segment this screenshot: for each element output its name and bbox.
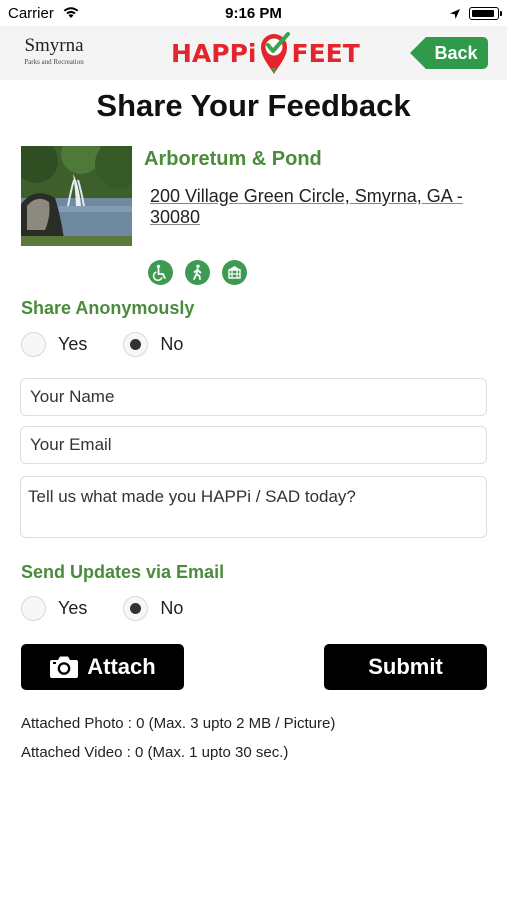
updates-yes-radio[interactable] bbox=[21, 596, 46, 621]
attach-button[interactable]: Attach bbox=[21, 644, 184, 690]
anonymous-yes-label: Yes bbox=[58, 334, 88, 354]
city-subtitle: Parks and Recreation bbox=[24, 58, 84, 66]
attached-video-info: Attached Video : 0 (Max. 1 upto 30 sec.) bbox=[21, 744, 289, 761]
anonymous-yes-option[interactable]: Yes bbox=[21, 332, 87, 357]
anonymous-no-option[interactable]: No bbox=[123, 332, 183, 357]
anonymous-yes-radio[interactable] bbox=[21, 332, 46, 357]
submit-button[interactable]: Submit bbox=[324, 644, 487, 690]
park-address[interactable]: 200 Village Green Circle, Smyrna, GA - 3… bbox=[150, 186, 490, 228]
camera-icon bbox=[50, 656, 79, 678]
app-header: Smyrna Parks and Recreation HAPPi FEET B… bbox=[0, 26, 507, 80]
anonymous-radio-group: Yes No bbox=[21, 332, 219, 357]
carrier-label: Carrier bbox=[8, 5, 54, 22]
updates-yes-option[interactable]: Yes bbox=[21, 596, 87, 621]
back-button-label: Back bbox=[434, 43, 478, 63]
back-button[interactable]: Back bbox=[410, 37, 488, 69]
name-field[interactable]: Your Name bbox=[20, 378, 487, 416]
park-photo bbox=[21, 146, 132, 246]
send-updates-label: Send Updates via Email bbox=[21, 562, 225, 582]
attached-photo-info: Attached Photo : 0 (Max. 3 upto 2 MB / P… bbox=[21, 715, 336, 732]
updates-no-label: No bbox=[160, 598, 184, 618]
anonymous-no-label: No bbox=[160, 334, 184, 354]
updates-no-option[interactable]: No bbox=[123, 596, 183, 621]
feedback-message-field[interactable]: Tell us what made you HAPPi / SAD today? bbox=[20, 476, 487, 538]
happi-feet-logo: HAPPi FEET bbox=[171, 30, 360, 76]
page-title: Share Your Feedback bbox=[96, 88, 411, 123]
smyrna-logo: Smyrna Parks and Recreation bbox=[14, 35, 94, 67]
location-arrow-icon bbox=[449, 7, 461, 25]
updates-no-radio[interactable] bbox=[123, 596, 149, 621]
email-field[interactable]: Your Email bbox=[20, 426, 487, 464]
amenity-icons bbox=[148, 260, 247, 285]
battery-icon bbox=[469, 7, 502, 20]
status-bar: Carrier 9:16 PM bbox=[0, 0, 507, 26]
updates-radio-group: Yes No bbox=[21, 596, 219, 621]
map-pin-check-icon bbox=[260, 32, 290, 74]
wifi-icon bbox=[62, 6, 80, 24]
logo-feet-text: FEET bbox=[291, 38, 360, 68]
walking-trail-icon bbox=[185, 260, 210, 285]
city-name: Smyrna bbox=[24, 35, 84, 56]
pavilion-icon bbox=[222, 260, 247, 285]
park-name: Arboretum & Pond bbox=[144, 148, 322, 170]
submit-button-label: Submit bbox=[368, 654, 443, 679]
address-line-1: 200 Village Green Circle, Smyrna, GA - bbox=[150, 186, 463, 206]
anonymous-no-radio[interactable] bbox=[123, 332, 149, 357]
updates-yes-label: Yes bbox=[58, 598, 88, 618]
wheelchair-accessible-icon bbox=[148, 260, 173, 285]
address-line-2: 30080 bbox=[150, 207, 201, 227]
share-anonymously-label: Share Anonymously bbox=[21, 298, 195, 318]
attach-button-label: Attach bbox=[87, 654, 156, 679]
logo-happi-text: HAPPi bbox=[171, 38, 257, 68]
